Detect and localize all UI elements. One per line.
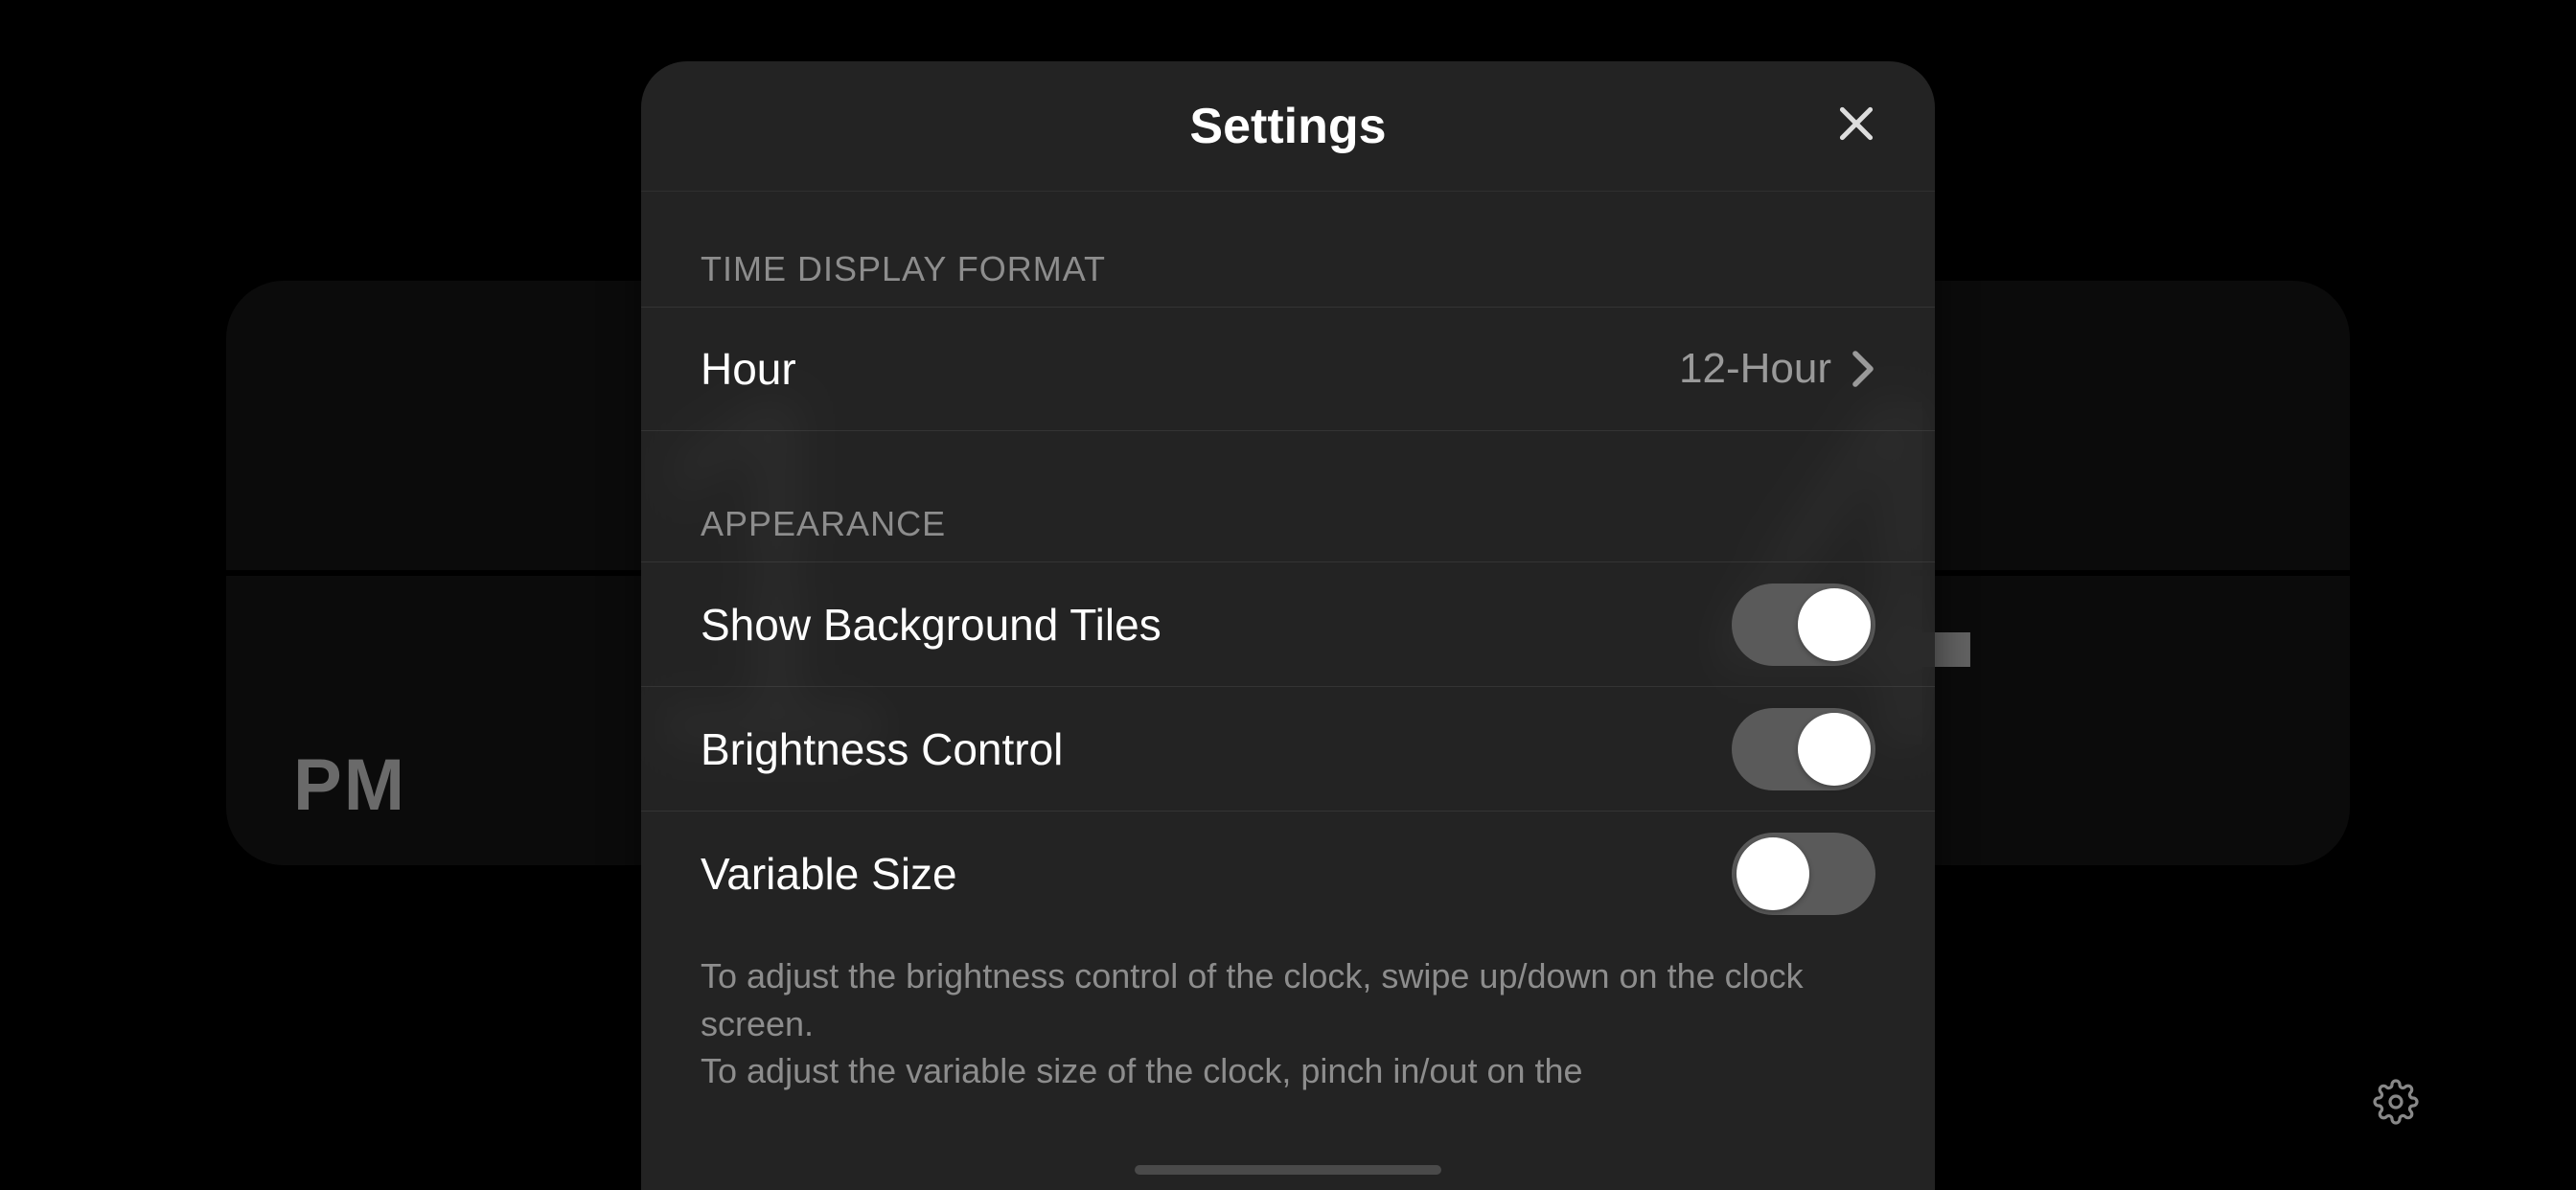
modal-header: Settings bbox=[641, 61, 1935, 192]
row-variable-size[interactable]: Variable Size bbox=[641, 811, 1935, 935]
row-show-background-tiles[interactable]: Show Background Tiles bbox=[641, 561, 1935, 686]
group-appearance: APPEARANCE Show Background Tiles Brightn… bbox=[641, 483, 1935, 1095]
home-indicator[interactable] bbox=[1135, 1165, 1441, 1175]
footer-line: To adjust the variable size of the clock… bbox=[701, 1047, 1875, 1095]
toggle-knob bbox=[1798, 588, 1871, 661]
toggle-knob bbox=[1798, 713, 1871, 786]
footer-line: To adjust the brightness control of the … bbox=[701, 952, 1875, 1047]
close-button[interactable] bbox=[1826, 96, 1887, 157]
close-icon bbox=[1832, 100, 1880, 152]
row-hour-format[interactable]: Hour 12-Hour bbox=[641, 307, 1935, 431]
gear-icon bbox=[2373, 1079, 2419, 1130]
group-header-time-format: TIME DISPLAY FORMAT bbox=[641, 228, 1935, 307]
row-label-show-tiles: Show Background Tiles bbox=[701, 599, 1732, 651]
group-footer-appearance: To adjust the brightness control of the … bbox=[641, 935, 1935, 1095]
row-label-hour: Hour bbox=[701, 343, 1679, 395]
modal-body: TIME DISPLAY FORMAT Hour 12-Hour APPEARA… bbox=[641, 228, 1935, 1095]
settings-gear-button[interactable] bbox=[2369, 1077, 2423, 1131]
toggle-show-background-tiles[interactable] bbox=[1732, 584, 1875, 666]
group-header-appearance: APPEARANCE bbox=[641, 483, 1935, 561]
group-time-display-format: TIME DISPLAY FORMAT Hour 12-Hour bbox=[641, 228, 1935, 431]
toggle-knob bbox=[1736, 837, 1809, 910]
row-brightness-control[interactable]: Brightness Control bbox=[641, 686, 1935, 811]
clock-ampm-label: PM bbox=[293, 744, 406, 827]
row-value-hour: 12-Hour bbox=[1679, 345, 1831, 393]
toggle-variable-size[interactable] bbox=[1732, 833, 1875, 915]
settings-modal: Settings TIME DISPLAY FORMAT Hour 12-Hou… bbox=[641, 61, 1935, 1190]
row-label-brightness: Brightness Control bbox=[701, 723, 1732, 775]
chevron-right-icon bbox=[1851, 350, 1875, 388]
toggle-brightness-control[interactable] bbox=[1732, 708, 1875, 790]
row-label-variable-size: Variable Size bbox=[701, 848, 1732, 900]
modal-title: Settings bbox=[1189, 98, 1386, 155]
